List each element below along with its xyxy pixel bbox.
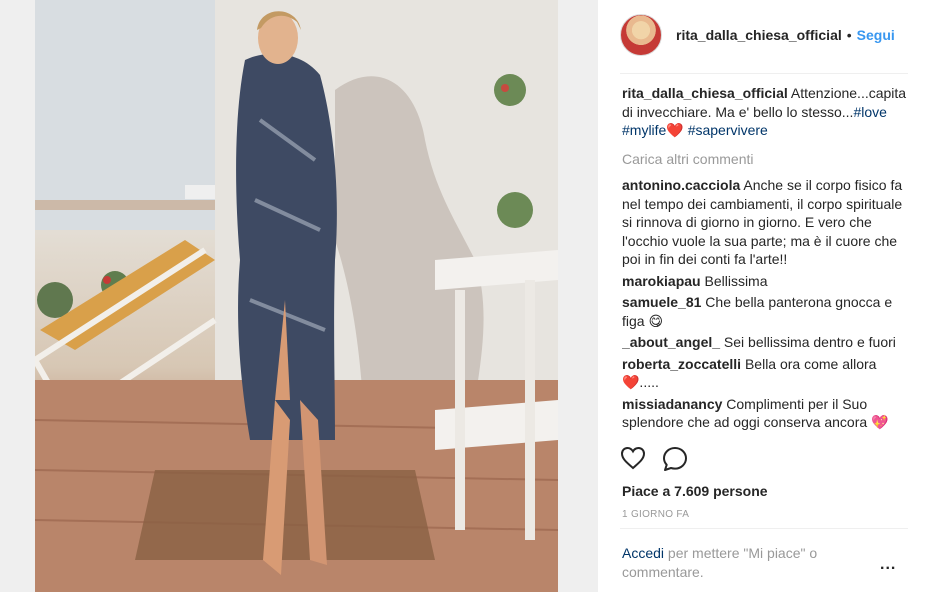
comments-list: rita_dalla_chiesa_official Attenzione...… [622,84,910,436]
post-header: rita_dalla_chiesa_official • Segui [620,12,910,58]
comment-item: antonino.cacciola Anche se il corpo fisi… [622,176,910,269]
comment-username[interactable]: antonino.cacciola [622,177,740,193]
login-link[interactable]: Accedi [622,545,664,561]
login-prompt: Accedi per mettere "Mi piace" o commenta… [622,544,852,582]
comment-text: Bellissima [704,272,768,289]
comment-username[interactable]: roberta_zoccatelli [622,356,741,372]
post-photo-illustration [35,0,558,592]
comment-username[interactable]: missiadanancy [622,396,722,412]
comment-username[interactable]: _about_angel_ [622,334,720,350]
post-side-panel: rita_dalla_chiesa_official • Segui rita_… [597,0,930,592]
speech-bubble-icon[interactable] [662,446,688,472]
comment-item: samuele_81 Che bella panterona gnocca e … [622,293,910,330]
header-separator: • [846,27,852,43]
post-timestamp[interactable]: 1 GIORNO FA [622,509,689,520]
heart-outline-icon[interactable] [620,446,646,472]
instagram-post-view: rita_dalla_chiesa_official • Segui rita_… [0,0,930,592]
post-photo[interactable] [35,0,558,592]
comment-item: _about_angel_ Sei bellissima dentro e fu… [622,333,910,352]
hashtag-sapervivere[interactable]: #sapervivere [688,122,768,138]
hashtag-love[interactable]: #love [853,104,886,120]
comment-username[interactable]: samuele_81 [622,294,701,310]
comment-item: missiadanancy Complimenti per il Suo spl… [622,395,910,432]
post-actions [620,446,688,472]
header-username[interactable]: rita_dalla_chiesa_official [676,27,842,43]
caption: rita_dalla_chiesa_official Attenzione...… [622,84,910,140]
comment-item: marokiapau Bellissima [622,272,910,291]
avatar[interactable] [620,14,662,56]
load-more-comments[interactable]: Carica altri commenti [622,150,910,169]
follow-button[interactable]: Segui [857,27,895,43]
like-count[interactable]: Piace a 7.609 persone [622,483,768,499]
header-divider [620,73,908,74]
comment-text: Sei bellissima dentro e fuori [723,334,896,350]
ellipsis-icon[interactable]: ... [880,556,896,574]
hashtag-mylife[interactable]: #mylife [622,122,666,138]
heart-emoji: ❤️ [666,122,684,138]
comment-item: roberta_zoccatelli Bella ora come allora… [622,355,910,392]
footer-divider [620,528,908,529]
comment-username[interactable]: marokiapau [622,273,701,289]
caption-username[interactable]: rita_dalla_chiesa_official [622,85,788,101]
